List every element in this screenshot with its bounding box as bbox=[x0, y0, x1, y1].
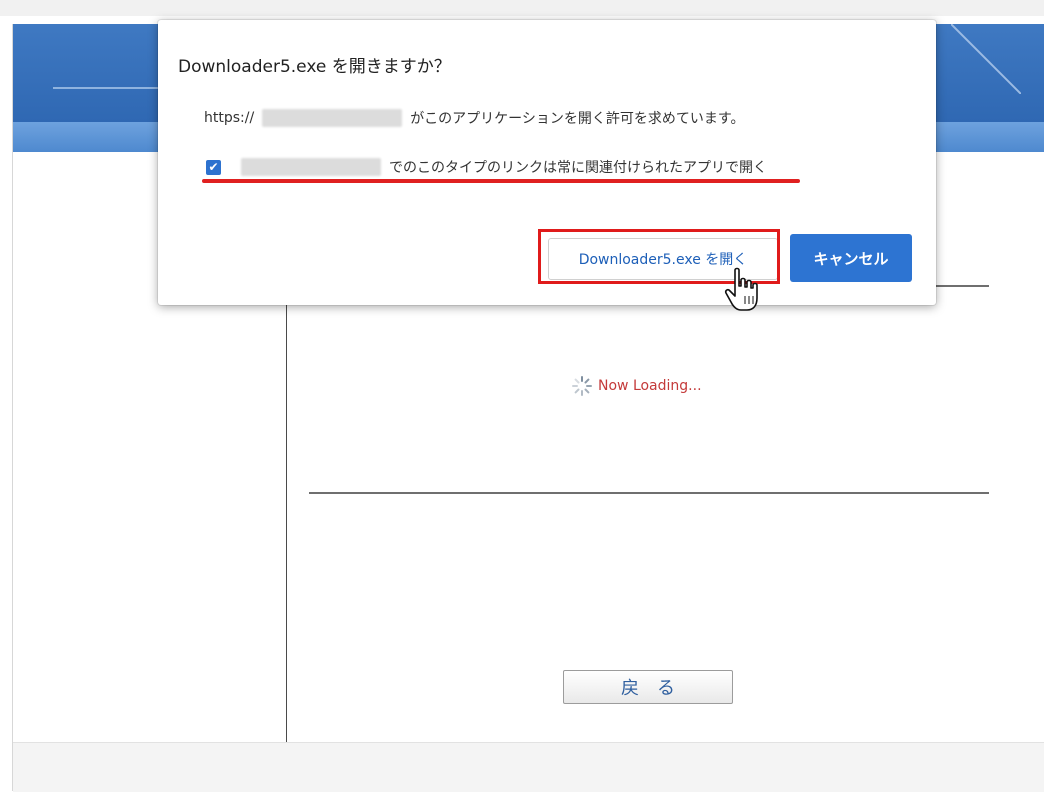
top-strip bbox=[0, 0, 1044, 16]
header-slash-decoration bbox=[950, 23, 1022, 95]
redacted-site bbox=[241, 158, 381, 176]
message-url-prefix: https:// bbox=[204, 110, 255, 126]
content-divider-bottom bbox=[309, 492, 989, 494]
highlight-underline bbox=[202, 179, 800, 183]
hand-pointer-icon bbox=[724, 267, 758, 311]
spinner-icon bbox=[572, 376, 592, 396]
checkbox-label: でのこのタイプのリンクは常に関連付けられたアプリで開く bbox=[389, 160, 767, 176]
open-app-dialog: Downloader5.exe を開きますか？ https:// がこのアプリケ… bbox=[158, 20, 936, 311]
footer-bar bbox=[13, 742, 1044, 792]
dialog-message: https:// がこのアプリケーションを開く許可を求めています。 bbox=[204, 108, 745, 128]
redacted-url bbox=[262, 109, 403, 127]
cancel-button[interactable]: キャンセル bbox=[790, 234, 912, 282]
dialog-title: Downloader5.exe を開きますか？ bbox=[178, 57, 451, 77]
always-open-row[interactable]: ✔ でのこのタイプのリンクは常に関連付けられたアプリで開く bbox=[206, 157, 767, 177]
checkbox-checked-icon[interactable]: ✔ bbox=[206, 159, 221, 175]
message-text: がこのアプリケーションを開く許可を求めています。 bbox=[410, 111, 745, 127]
loading-text: Now Loading... bbox=[598, 378, 702, 394]
back-button[interactable]: 戻る bbox=[563, 670, 733, 704]
loading-indicator: Now Loading... bbox=[571, 376, 702, 396]
